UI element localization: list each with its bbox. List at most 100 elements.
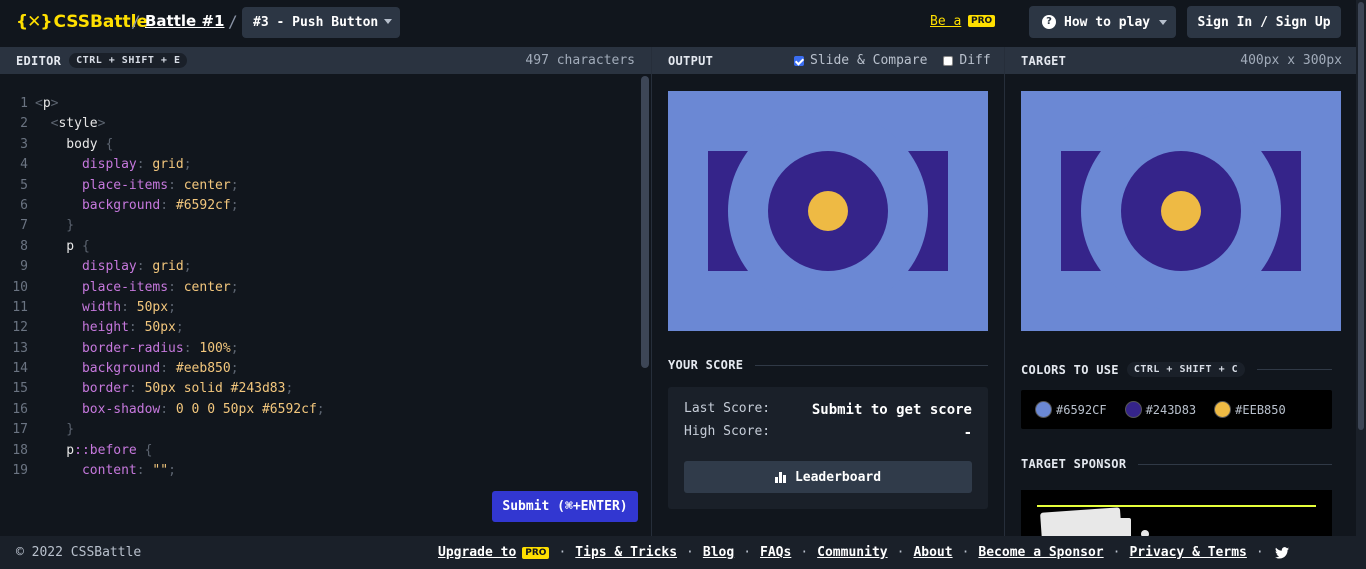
line-number: 14 xyxy=(12,361,28,377)
code-token: { xyxy=(105,136,114,152)
code-token: : xyxy=(128,320,145,336)
line-number: 4 xyxy=(20,157,28,173)
about-link[interactable]: About xyxy=(913,545,952,560)
line-content: <style> xyxy=(35,114,106,134)
code-token: : xyxy=(160,401,176,417)
code-editor[interactable]: 1 <p> 2 <style> 3 body {4 display: grid; 5 p… xyxy=(0,94,640,481)
twitter-icon[interactable] xyxy=(1274,546,1289,559)
code-line[interactable]: 16 box-shadow: 0 0 0 50px #6592cf; xyxy=(0,400,640,420)
code-token: p xyxy=(35,238,82,254)
how-to-play-button[interactable]: ? How to play xyxy=(1029,6,1176,38)
page-scrollbar-thumb[interactable] xyxy=(1358,2,1364,430)
target-select-dropdown[interactable]: #3 - Push Button xyxy=(242,7,400,38)
line-content: place-items: center; xyxy=(35,176,239,196)
top-header: {✕} CSSBattle / Battle #1 / #3 - Push Bu… xyxy=(0,0,1356,46)
line-content: } xyxy=(35,420,74,440)
code-line[interactable]: 2 <style> xyxy=(0,114,640,134)
code-token: grid xyxy=(152,259,184,275)
be-pro-link[interactable]: Be a PRO xyxy=(930,14,996,29)
code-line[interactable]: 19 content: ""; xyxy=(0,461,640,481)
diff-checkbox[interactable] xyxy=(943,55,954,66)
privacy-link[interactable]: Privacy & Terms xyxy=(1129,545,1246,560)
code-line[interactable]: 8 p { xyxy=(0,237,640,257)
color-dot xyxy=(1124,401,1142,418)
slide-compare-checkbox[interactable] xyxy=(794,55,804,66)
color-dot xyxy=(1214,401,1232,418)
code-line[interactable]: 10 place-items: center; xyxy=(0,278,640,298)
battle-breadcrumb-link[interactable]: Battle #1 xyxy=(145,12,224,30)
page-scrollbar[interactable] xyxy=(1356,0,1366,536)
blog-link[interactable]: Blog xyxy=(703,545,734,560)
code-line[interactable]: 12 height: 50px; xyxy=(0,318,640,338)
code-line[interactable]: 13 border-radius: 100%; xyxy=(0,339,640,359)
code-token: : xyxy=(168,177,184,193)
editor-shortcut-badge: CTRL + SHIFT + E xyxy=(69,53,188,68)
code-line[interactable]: 6 background: #6592cf; xyxy=(0,196,640,216)
code-line[interactable]: 15 border: 50px solid #243d83; xyxy=(0,379,640,399)
faqs-link[interactable]: FAQs xyxy=(760,545,791,560)
code-token: #6592cf xyxy=(175,197,231,213)
code-line[interactable]: 4 display: grid; xyxy=(0,155,640,175)
sponsor-link[interactable]: Become a Sponsor xyxy=(978,545,1103,560)
output-preview[interactable] xyxy=(668,91,988,331)
cssbattle-logo[interactable]: {✕} CSSBattle xyxy=(16,12,148,32)
code-line[interactable]: 3 body { xyxy=(0,135,640,155)
code-line[interactable]: 9 display: grid; xyxy=(0,257,640,277)
upgrade-link[interactable]: Upgrade to xyxy=(438,545,516,560)
leaderboard-button[interactable]: Leaderboard xyxy=(684,461,972,493)
code-token: ; xyxy=(285,381,294,397)
breadcrumb-separator: / xyxy=(228,12,238,31)
divider xyxy=(1138,463,1332,465)
community-link[interactable]: Community xyxy=(817,545,887,560)
code-line[interactable]: 1 <p> xyxy=(0,94,640,114)
sign-in-button[interactable]: Sign In / Sign Up xyxy=(1187,6,1341,38)
code-token: { xyxy=(144,442,153,458)
code-line[interactable]: 5 place-items: center; xyxy=(0,176,640,196)
code-line[interactable]: 7 } xyxy=(0,216,640,236)
code-token: ; xyxy=(230,340,239,356)
line-number: 11 xyxy=(12,299,28,315)
your-score-title: YOUR SCORE xyxy=(668,358,744,372)
code-token: } xyxy=(35,422,75,438)
code-token: } xyxy=(35,218,75,234)
slide-compare-label[interactable]: Slide & Compare xyxy=(810,53,927,68)
code-line[interactable]: 11 width: 50px; xyxy=(0,298,640,318)
code-token: ; xyxy=(230,177,239,193)
target-dimensions: 400px x 300px xyxy=(1240,53,1342,68)
sponsor-illustration xyxy=(1040,507,1122,536)
code-line[interactable]: 17 } xyxy=(0,420,640,440)
line-number: 15 xyxy=(12,381,28,397)
editor-panel: EDITOR CTRL + SHIFT + E 497 characters 1… xyxy=(0,47,651,536)
separator-dot: · xyxy=(1112,545,1121,560)
color-swatch[interactable]: #EEB850 xyxy=(1214,401,1286,418)
line-content: background: #6592cf; xyxy=(35,196,239,216)
code-line[interactable]: 18 p::before { xyxy=(0,441,640,461)
code-token: width xyxy=(35,299,122,315)
target-panel: TARGET 400px x 300px COLORS TO USE CTRL … xyxy=(1005,47,1356,536)
sponsor-banner[interactable] xyxy=(1021,490,1332,536)
color-swatch[interactable]: #243D83 xyxy=(1124,401,1196,418)
line-content: p::before { xyxy=(35,441,152,461)
target-sponsor-title: TARGET SPONSOR xyxy=(1021,457,1127,471)
code-line[interactable]: 14 background: #eeb850; xyxy=(0,359,640,379)
editor-scrollbar[interactable] xyxy=(641,76,649,368)
diff-label[interactable]: Diff xyxy=(959,53,990,68)
last-score-label: Last Score: xyxy=(684,401,771,416)
sponsor-illustration xyxy=(1115,518,1131,536)
code-token: ; xyxy=(183,157,192,173)
output-header: OUTPUT Slide & Compare Diff xyxy=(652,47,1004,74)
separator-dot: · xyxy=(1255,545,1264,560)
code-token: grid xyxy=(152,157,184,173)
tips-link[interactable]: Tips & Tricks xyxy=(575,545,677,560)
color-swatch[interactable]: #6592CF xyxy=(1035,401,1107,418)
code-token: : xyxy=(136,463,153,479)
target-header: TARGET 400px x 300px xyxy=(1005,47,1356,74)
line-content: <p> xyxy=(35,94,58,114)
target-select-label: #3 - Push Button xyxy=(253,15,379,30)
line-number: 6 xyxy=(20,197,28,213)
submit-button[interactable]: Submit (⌘+ENTER) xyxy=(492,491,638,522)
code-token: box-shadow xyxy=(35,401,161,417)
copyright-text: © 2022 CSSBattle xyxy=(16,545,142,560)
pro-badge: PRO xyxy=(968,15,996,27)
code-token: : xyxy=(128,381,145,397)
